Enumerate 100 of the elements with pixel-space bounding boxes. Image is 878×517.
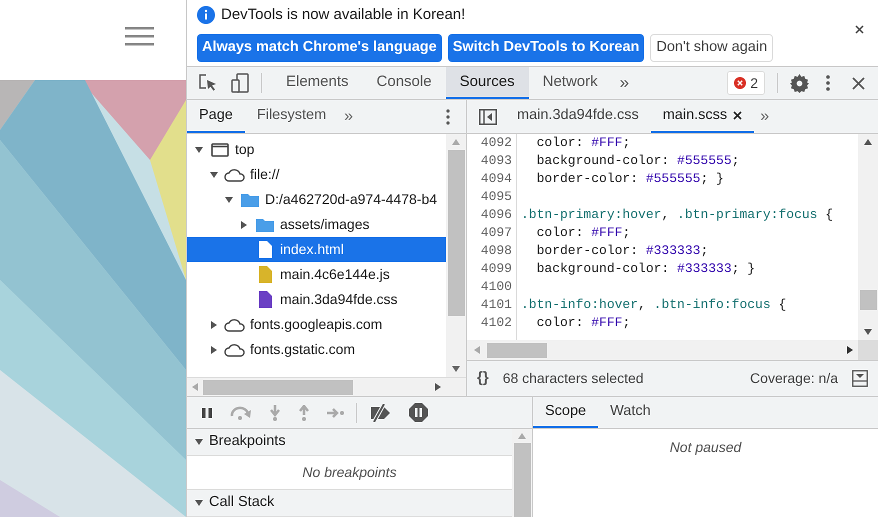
folder-icon [241, 192, 259, 206]
more-options-icon[interactable] [446, 108, 450, 124]
step-icon [327, 406, 345, 418]
line-number: 4094 [480, 170, 512, 188]
step-out-icon [298, 404, 310, 420]
scrollbar-thumb[interactable] [487, 342, 547, 358]
tree-item-label: main.3da94fde.css [280, 290, 398, 309]
scrollbar-thumb[interactable] [860, 290, 876, 310]
folder-icon [256, 218, 274, 232]
more-tabs-button[interactable]: » [754, 104, 776, 128]
scrollbar-thumb[interactable] [448, 150, 464, 316]
code-line: background-color: #333333; } [536, 260, 756, 278]
coverage-status: Coverage: n/a [750, 369, 838, 388]
scroll-right-arrow-icon[interactable] [435, 383, 441, 391]
line-number: 4097 [480, 224, 512, 242]
expanded-arrow-icon[interactable] [195, 498, 203, 507]
collapsed-arrow-icon[interactable] [210, 320, 218, 328]
scroll-down-arrow-icon[interactable] [864, 329, 872, 335]
sidebar-tab[interactable]: Watch [598, 397, 663, 428]
expanded-arrow-icon[interactable] [225, 196, 233, 204]
tree-item-label: top [235, 140, 254, 159]
cloud-icon [224, 168, 246, 182]
tree-item[interactable]: main.4c6e144e.js [187, 262, 446, 287]
collapsed-arrow-icon[interactable] [210, 346, 218, 354]
navigator-tab[interactable]: Page [187, 100, 245, 133]
line-number: 4096 [480, 206, 512, 224]
pause-icon[interactable] [201, 406, 213, 418]
more-tabs-button[interactable]: » [338, 104, 360, 128]
code-line: .btn-info:hover, .btn-info:focus { [521, 296, 786, 314]
tree-item-label: assets/images [280, 215, 370, 234]
info-message: DevTools is now available in Korean! [221, 4, 466, 25]
tree-item[interactable]: D:/a462720d-a974-4478-b4 [187, 187, 446, 212]
collapsed-arrow-icon[interactable] [240, 220, 248, 228]
expanded-arrow-icon[interactable] [195, 438, 203, 446]
tree-item[interactable]: assets/images [187, 212, 446, 237]
scroll-up-arrow-icon[interactable] [864, 139, 872, 145]
code-line: color: #FFF; [536, 224, 630, 242]
info-bar-button[interactable]: Don't show again [650, 34, 774, 62]
tree-item[interactable]: fonts.googleapis.com [187, 312, 446, 337]
scroll-down-arrow-icon[interactable] [452, 366, 460, 372]
empty-message: No breakpoints [302, 462, 397, 482]
tree-item-label: fonts.googleapis.com [250, 315, 382, 334]
expanded-arrow-icon[interactable] [210, 170, 218, 178]
code-line: background-color: #555555; [536, 152, 740, 170]
line-number: 4102 [480, 314, 512, 332]
code-line: color: #FFF; [536, 134, 630, 152]
line-number: 4099 [480, 260, 512, 278]
line-number: 4101 [480, 296, 512, 314]
file-icon [258, 266, 272, 283]
pause-on-exceptions-icon[interactable] [409, 403, 428, 422]
tree-item[interactable]: fonts.gstatic.com [187, 337, 446, 362]
panel-tab[interactable]: Elements [272, 67, 363, 99]
scrollbar-thumb[interactable] [514, 443, 530, 517]
code-line: border-color: #333333; [536, 242, 708, 260]
deactivate-breakpoints-icon[interactable] [368, 404, 392, 422]
inspect-icon[interactable] [199, 74, 217, 92]
info-bar-button[interactable]: Always match Chrome's language [197, 34, 442, 62]
panel-tab[interactable]: Sources [446, 67, 529, 99]
line-number: 4100 [480, 278, 512, 296]
window-icon [211, 142, 229, 156]
cloud-icon [224, 318, 246, 332]
expanded-arrow-icon[interactable] [195, 146, 203, 154]
tree-item[interactable]: file:// [187, 162, 446, 187]
close-icon[interactable] [733, 111, 742, 120]
info-icon [197, 6, 215, 24]
tree-item-label: index.html [280, 240, 344, 259]
line-number: 4092 [480, 134, 512, 152]
panel-tab[interactable]: Console [362, 67, 446, 99]
sidebar-tab[interactable]: Scope [533, 397, 598, 428]
toggle-navigator-icon[interactable] [479, 108, 497, 124]
panel-tab[interactable]: Network [528, 67, 612, 99]
error-icon [734, 77, 746, 89]
info-bar-button[interactable]: Switch DevTools to Korean [448, 34, 644, 62]
step-into-icon [269, 404, 281, 420]
editor-tab[interactable]: main.3da94fde.css [505, 100, 651, 133]
device-icon[interactable] [231, 73, 249, 93]
pretty-print-button[interactable]: {} [477, 367, 489, 390]
scroll-right-arrow-icon[interactable] [847, 346, 853, 354]
file-icon [258, 291, 272, 308]
more-options-icon[interactable] [826, 75, 830, 91]
tree-item-label: D:/a462720d-a974-4478-b4 [265, 190, 438, 209]
scrollbar-corner [858, 340, 878, 360]
line-number: 4093 [480, 152, 512, 170]
close-icon[interactable] [852, 76, 865, 90]
drawer-toggle-icon[interactable] [852, 370, 868, 387]
menu-icon[interactable] [125, 27, 154, 46]
tree-item[interactable]: top [187, 137, 446, 162]
code-line: border-color: #555555; } [536, 170, 724, 188]
scrollbar-thumb[interactable] [203, 380, 353, 394]
settings-icon[interactable] [790, 74, 809, 92]
empty-message: Not paused [670, 438, 742, 457]
close-icon[interactable] [855, 25, 864, 34]
line-number: 4098 [480, 242, 512, 260]
tree-item-label: file:// [250, 165, 280, 184]
more-tabs-button[interactable]: » [612, 70, 638, 96]
tree-item[interactable]: index.html [187, 237, 446, 262]
navigator-tab[interactable]: Filesystem [244, 100, 338, 133]
error-counter[interactable]: 2 [727, 71, 765, 95]
tree-item-label: main.4c6e144e.js [280, 265, 390, 284]
tree-item[interactable]: main.3da94fde.css [187, 287, 446, 312]
